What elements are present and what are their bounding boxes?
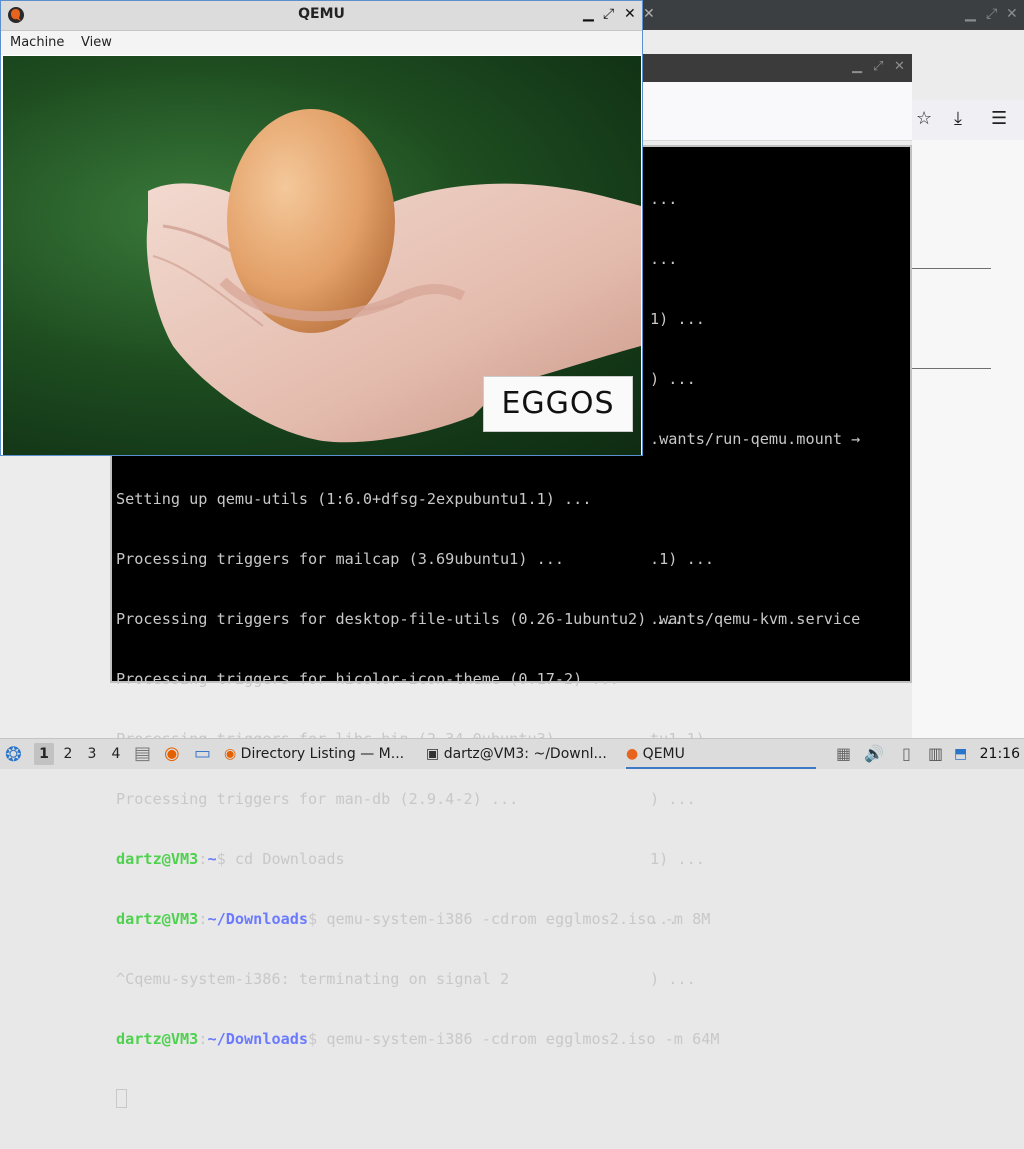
- task-directory-listing[interactable]: ◉ Directory Listing — M...: [224, 741, 414, 767]
- terminal-partial-line: ...: [650, 190, 678, 208]
- prompt-command: qemu-system-i386 -cdrom egglmos2.iso -m …: [317, 1030, 720, 1048]
- menu-machine[interactable]: Machine: [10, 35, 64, 50]
- clipboard-icon[interactable]: ▦: [836, 739, 851, 769]
- qemu-window[interactable]: QEMU ▁ ⤢ ✕ Machine View EGGOS: [0, 0, 643, 456]
- prompt-path: ~/Downloads: [207, 1030, 309, 1048]
- volume-icon[interactable]: 🔊: [864, 739, 884, 769]
- notes-icon[interactable]: ▯: [902, 739, 911, 769]
- terminal-prompt-line: dartz@VM3:~$ cd Downloads: [116, 850, 345, 868]
- browser-minimize-icon[interactable]: ▁: [852, 59, 862, 74]
- terminal-partial-line: ...: [650, 250, 678, 268]
- terminal-line: Processing triggers for man-db (2.9.4-2)…: [116, 790, 519, 808]
- task-label: dartz@VM3: ~/Downl...: [443, 746, 607, 762]
- browser-window-titlebar: ▁ ⤢ ✕: [640, 54, 912, 82]
- terminal-line: Setting up qemu-utils (1:6.0+dfsg-2expub…: [116, 490, 592, 508]
- terminal-line: Processing triggers for desktop-file-uti…: [116, 610, 683, 628]
- terminal-prompt-line: dartz@VM3:~/Downloads$ qemu-system-i386 …: [116, 910, 711, 928]
- terminal-partial-line: 1) ...: [650, 310, 705, 328]
- terminal-output: Setting up qemu-utils (1:6.0+dfsg-2expub…: [116, 449, 720, 1149]
- prompt-path: ~/Downloads: [207, 910, 309, 928]
- prompt-command: qemu-system-i386 -cdrom egglmos2.iso -m …: [317, 910, 711, 928]
- workspace-4[interactable]: 4: [106, 743, 126, 765]
- firefox-launcher-icon[interactable]: ◉: [164, 739, 180, 769]
- prompt-user: dartz@VM3: [116, 1030, 199, 1048]
- qemu-titlebar[interactable]: QEMU ▁ ⤢ ✕: [1, 1, 642, 31]
- qemu-menubar: Machine View: [1, 31, 642, 55]
- task-terminal[interactable]: ▣ dartz@VM3: ~/Downl...: [426, 741, 616, 767]
- background-maximize-icon[interactable]: ⤢: [986, 6, 997, 22]
- bookmark-star-icon[interactable]: ☆: [916, 108, 932, 129]
- background-minimize-icon[interactable]: ▁: [965, 6, 976, 22]
- browser-maximize-icon[interactable]: ⤢: [873, 59, 883, 74]
- page-divider-line: [912, 268, 991, 269]
- workspace-1[interactable]: 1: [34, 743, 54, 765]
- maximize-icon[interactable]: ⤢: [603, 6, 614, 22]
- background-window-close-icon[interactable]: ✕: [1006, 6, 1018, 22]
- task-label: Directory Listing — M...: [240, 746, 405, 762]
- qemu-window-title: QEMU: [298, 6, 345, 22]
- qemu-icon: ●: [626, 746, 639, 762]
- firefox-icon: ◉: [224, 746, 237, 762]
- terminal-cursor: [116, 1089, 127, 1108]
- menu-hamburger-icon[interactable]: ☰: [991, 108, 1007, 129]
- terminal-line: ^Cqemu-system-i386: terminating on signa…: [116, 970, 510, 988]
- close-icon[interactable]: ✕: [624, 6, 636, 22]
- desktop-icon[interactable]: ▭: [194, 739, 211, 769]
- task-label: QEMU: [642, 746, 685, 762]
- update-icon[interactable]: ⬒: [954, 739, 967, 769]
- workspace-2[interactable]: 2: [58, 743, 78, 765]
- browser-page: [912, 140, 1024, 738]
- terminal-prompt-line: dartz@VM3:~/Downloads$ qemu-system-i386 …: [116, 1030, 720, 1048]
- file-manager-icon[interactable]: ▤: [134, 739, 151, 769]
- prompt-user: dartz@VM3: [116, 910, 199, 928]
- browser-close-icon[interactable]: ✕: [894, 59, 905, 74]
- prompt-user: dartz@VM3: [116, 850, 199, 868]
- taskbar: ❂ 1 2 3 4 ▤ ◉ ▭ ◉ Directory Listing — M.…: [0, 738, 1024, 769]
- browser-toolbar: [640, 82, 912, 141]
- workspace-3[interactable]: 3: [82, 743, 102, 765]
- terminal-line: Processing triggers for mailcap (3.69ubu…: [116, 550, 565, 568]
- menu-view[interactable]: View: [81, 35, 112, 50]
- terminal-partial-line: ) ...: [650, 370, 696, 388]
- download-icon[interactable]: ⤓: [954, 108, 962, 129]
- page-divider-line: [912, 368, 991, 369]
- minimize-icon[interactable]: ▁: [583, 6, 594, 22]
- terminal-cursor-line[interactable]: [116, 1089, 720, 1109]
- clock[interactable]: 21:16: [980, 739, 1020, 769]
- terminal-partial-line: .wants/run-qemu.mount →: [650, 430, 861, 448]
- network-icon[interactable]: ▥: [928, 739, 943, 769]
- task-qemu[interactable]: ● QEMU: [626, 741, 816, 769]
- prompt-command: cd Downloads: [225, 850, 345, 868]
- background-close-icon[interactable]: ✕: [643, 6, 655, 22]
- prompt-path: ~: [207, 850, 217, 868]
- start-menu-icon[interactable]: ❂: [5, 739, 22, 769]
- terminal-icon: ▣: [426, 746, 440, 762]
- terminal-line: Processing triggers for hicolor-icon-the…: [116, 670, 619, 688]
- eggos-label: EGGOS: [483, 376, 633, 432]
- qemu-display[interactable]: EGGOS: [3, 56, 641, 455]
